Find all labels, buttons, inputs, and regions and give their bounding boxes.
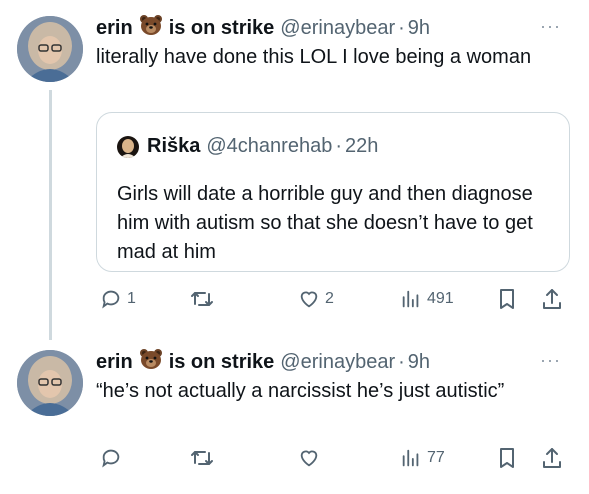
quoted-tweet[interactable]: Riška @4chanrehab · 22h Girls will date … [96,112,570,272]
view-count: 491 [427,290,454,307]
tweet-text: literally have done this LOL I love bein… [96,46,532,68]
quoted-tweet-header: Riška @4chanrehab · 22h [117,135,378,158]
action-bar: 77 [0,444,589,474]
timestamp[interactable]: 9h [408,351,430,374]
retweet-icon [190,288,214,310]
bookmark-button[interactable] [497,447,517,469]
retweet-button[interactable] [190,447,219,469]
more-icon[interactable]: ··· [540,16,561,37]
like-button[interactable]: 2 [298,288,334,310]
action-bar: 1 2 491 [0,285,589,315]
reply-button[interactable]: 1 [100,288,136,310]
tweet-1[interactable]: erin is on strike @erinaybear · 9h ··· l… [0,0,589,340]
quoted-timestamp[interactable]: 22h [345,135,378,158]
separator-dot: · [398,16,405,39]
share-button[interactable] [541,446,563,470]
display-name[interactable]: erin [96,351,133,374]
views-button[interactable]: 77 [400,447,445,469]
reply-icon [100,288,122,310]
display-name-status[interactable]: is on strike [169,17,275,40]
tweet-header: erin is on strike @erinaybear · 9h [96,14,430,42]
reply-button[interactable] [100,447,127,469]
view-count: 77 [427,449,445,466]
reply-count: 1 [127,290,136,307]
quoted-display-name[interactable]: Riška [147,135,200,158]
like-button[interactable] [298,447,325,469]
separator-dot: · [398,350,405,373]
tweet-text: “he’s not actually a narcissist he’s jus… [96,380,505,402]
user-handle[interactable]: @erinaybear [280,351,395,374]
bear-emoji-icon [139,14,163,42]
reply-icon [100,447,122,469]
user-handle[interactable]: @erinaybear [280,17,395,40]
quoted-tweet-text: Girls will date a horrible guy and then … [117,183,533,263]
avatar[interactable] [17,350,83,416]
bookmark-icon [497,447,517,469]
separator-dot: · [335,135,342,157]
timestamp[interactable]: 9h [408,17,430,40]
views-icon [400,447,422,469]
bookmark-icon [497,288,517,310]
more-icon[interactable]: ··· [540,350,561,371]
views-button[interactable]: 491 [400,288,454,310]
tweet-2[interactable]: erin is on strike @erinaybear · 9h ··· “… [0,340,589,494]
quoted-user-handle[interactable]: @4chanrehab [206,135,332,158]
tweet-header: erin is on strike @erinaybear · 9h [96,348,430,376]
like-icon [298,288,320,310]
share-icon [541,287,563,311]
share-button[interactable] [541,287,563,311]
retweet-icon [190,447,214,469]
display-name-status[interactable]: is on strike [169,351,275,374]
quoted-avatar[interactable] [117,135,139,158]
bookmark-button[interactable] [497,288,517,310]
avatar[interactable] [17,16,83,82]
like-icon [298,447,320,469]
share-icon [541,446,563,470]
like-count: 2 [325,290,334,307]
views-icon [400,288,422,310]
display-name[interactable]: erin [96,17,133,40]
retweet-button[interactable] [190,288,219,310]
bear-emoji-icon [139,348,163,376]
